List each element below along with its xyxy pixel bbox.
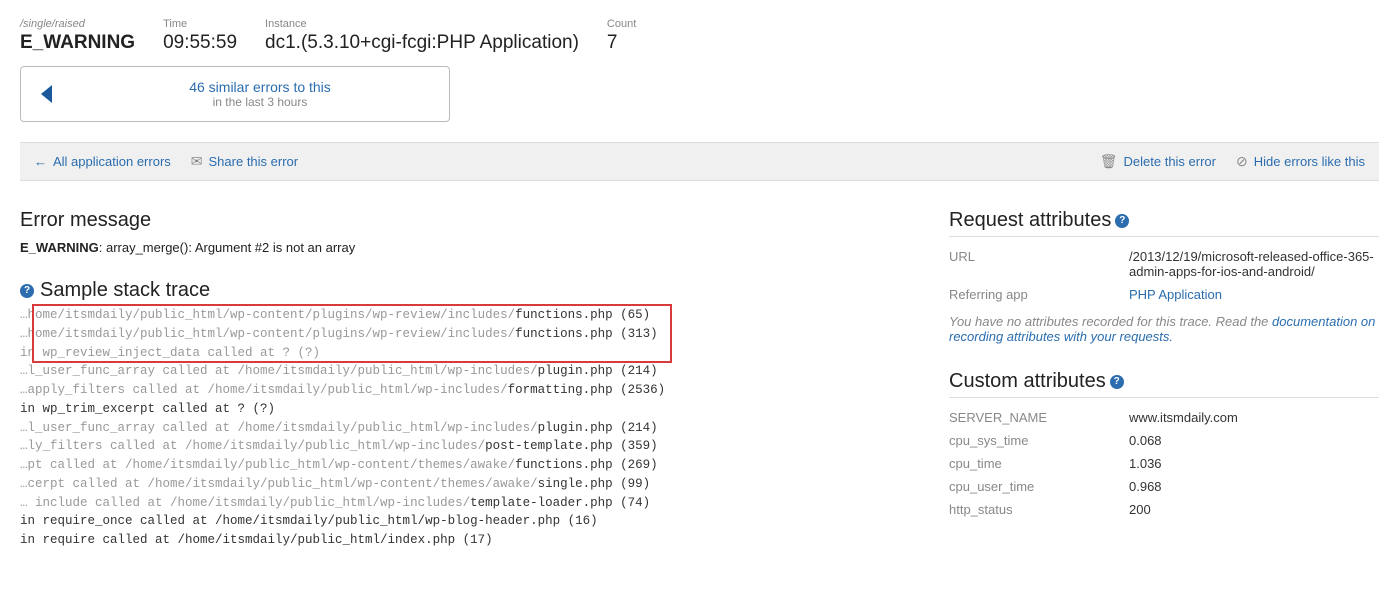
hide-link[interactable]: ⊘Hide errors like this <box>1236 153 1365 170</box>
stack-line: … include called at /home/itsmdaily/publ… <box>20 494 909 513</box>
error-type: E_WARNING <box>20 32 135 54</box>
attr-key: http_status <box>949 502 1129 517</box>
attr-row: SERVER_NAMEwww.itsmdaily.com <box>949 406 1379 429</box>
attr-key: cpu_sys_time <box>949 433 1129 448</box>
attr-val: 200 <box>1129 502 1379 517</box>
error-message: E_WARNING: array_merge(): Argument #2 is… <box>20 240 909 255</box>
request-attributes-title: Request attributes? <box>949 209 1379 237</box>
attr-row: cpu_user_time0.968 <box>949 475 1379 498</box>
time-value: 09:55:59 <box>163 32 237 54</box>
count-label: Count <box>607 18 636 30</box>
count-value: 7 <box>607 32 636 54</box>
custom-attributes-title: Custom attributes? <box>949 370 1379 398</box>
stack-line: …cerpt called at /home/itsmdaily/public_… <box>20 475 909 494</box>
help-icon[interactable]: ? <box>20 284 34 298</box>
share-icon: ✉ <box>191 153 203 170</box>
attr-key: cpu_user_time <box>949 479 1129 494</box>
help-icon[interactable]: ? <box>1115 214 1129 228</box>
stack-line: …home/itsmdaily/public_html/wp-content/p… <box>20 325 909 344</box>
stack-trace: …home/itsmdaily/public_html/wp-content/p… <box>20 306 909 550</box>
error-header: /single/raised E_WARNING Time 09:55:59 I… <box>20 18 1379 54</box>
trash-icon: 🗑 <box>1100 153 1118 170</box>
attr-val[interactable]: PHP Application <box>1129 287 1379 302</box>
share-link[interactable]: ✉Share this error <box>191 153 298 170</box>
instance-label: Instance <box>265 18 579 30</box>
stack-line: in wp_trim_excerpt called at ? (?) <box>20 400 909 419</box>
single-label: /single/raised <box>20 18 135 30</box>
stack-line: …home/itsmdaily/public_html/wp-content/p… <box>20 306 909 325</box>
stack-line: in wp_review_inject_data called at ? (?) <box>20 344 909 363</box>
hide-icon: ⊘ <box>1236 153 1248 170</box>
stack-line: …pt called at /home/itsmdaily/public_htm… <box>20 456 909 475</box>
help-icon[interactable]: ? <box>1110 375 1124 389</box>
attributes-note: You have no attributes recorded for this… <box>949 314 1379 344</box>
stack-trace-title: Sample stack trace <box>40 279 210 302</box>
back-arrow-icon <box>21 83 71 105</box>
action-bar: ← All application errors ✉Share this err… <box>20 142 1379 181</box>
attr-row: cpu_sys_time0.068 <box>949 429 1379 452</box>
attr-key: Referring app <box>949 287 1129 302</box>
attr-row: cpu_time1.036 <box>949 452 1379 475</box>
attr-key: SERVER_NAME <box>949 410 1129 425</box>
instance-value: dc1.(5.3.10+cgi-fcgi:PHP Application) <box>265 32 579 54</box>
attr-row: http_status200 <box>949 498 1379 521</box>
error-message-title: Error message <box>20 209 909 232</box>
attr-val: 0.068 <box>1129 433 1379 448</box>
time-label: Time <box>163 18 237 30</box>
stack-line: in require_once called at /home/itsmdail… <box>20 512 909 531</box>
stack-line: …l_user_func_array called at /home/itsmd… <box>20 362 909 381</box>
stack-line: …l_user_func_array called at /home/itsmd… <box>20 419 909 438</box>
attr-val: 1.036 <box>1129 456 1379 471</box>
attr-val: /2013/12/19/microsoft-released-office-36… <box>1129 249 1379 279</box>
attr-val: 0.968 <box>1129 479 1379 494</box>
stack-line: …apply_filters called at /home/itsmdaily… <box>20 381 909 400</box>
delete-link[interactable]: 🗑Delete this error <box>1100 153 1216 170</box>
stack-line: …ly_filters called at /home/itsmdaily/pu… <box>20 437 909 456</box>
attr-row: Referring appPHP Application <box>949 283 1379 306</box>
stack-line: in require called at /home/itsmdaily/pub… <box>20 531 909 550</box>
similar-sub: in the last 3 hours <box>71 95 449 109</box>
attr-row: URL/2013/12/19/microsoft-released-office… <box>949 245 1379 283</box>
similar-main: 46 similar errors to this <box>71 79 449 95</box>
similar-errors-box[interactable]: 46 similar errors to this in the last 3 … <box>20 66 450 122</box>
attr-key: cpu_time <box>949 456 1129 471</box>
attr-key: URL <box>949 249 1129 279</box>
all-errors-link[interactable]: ← All application errors <box>34 154 171 169</box>
attr-val: www.itsmdaily.com <box>1129 410 1379 425</box>
